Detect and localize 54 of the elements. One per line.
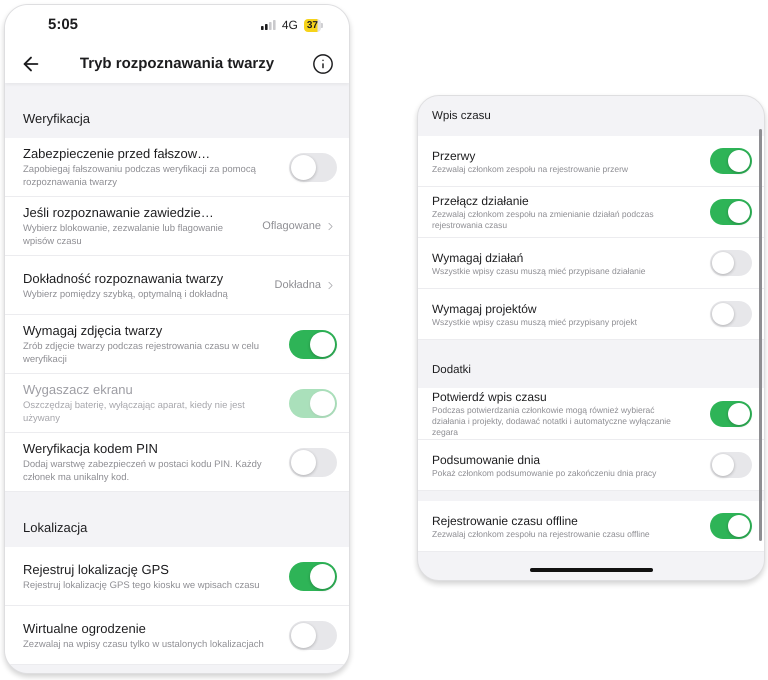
setting-title: Podsumowanie dnia xyxy=(432,452,542,468)
setting-title: Wymagaj działań xyxy=(432,250,524,266)
setting-title: Jeśli rozpoznawanie zawiedzie… xyxy=(23,204,215,222)
setting-description: Zezwalaj członkom zespołu na rejestrowanie czasu offline xyxy=(432,528,651,540)
setting-description: Dodaj warstwę zabezpieczeń w postaci kodu PIN. Każdy członek ma unikalny kod. xyxy=(23,458,263,484)
setting-description: Wybierz pomiędzy szybką, optymalną i dokładną xyxy=(23,288,229,300)
setting-description: Zezwalaj członkom zespołu na rejestrowanie przerw xyxy=(432,164,630,174)
toggle-switch[interactable] xyxy=(710,250,752,276)
toggle-switch[interactable] xyxy=(710,400,752,426)
setting-description: Zrób zdjęcie twarzy podczas rejestrowania czasu w celu weryfikacji xyxy=(23,340,260,366)
setting-title: Dokładność rozpoznawania twarzy xyxy=(23,270,224,288)
section-header: Wpis czasu xyxy=(432,109,491,124)
toggle-switch[interactable] xyxy=(710,199,752,225)
network-label: 4G xyxy=(282,17,298,34)
setting-title: Zabezpieczenie przed fałszow… xyxy=(23,145,212,163)
option-value[interactable]: Oflagowane xyxy=(262,219,337,233)
section-header: Lokalizacja xyxy=(23,519,88,537)
toggle-switch[interactable] xyxy=(710,513,752,539)
setting-description: Zapobiegaj fałszowaniu podczas weryfikacji za pomocą rozpoznawania twarzy xyxy=(23,163,257,189)
setting-title: Rejestruj lokalizację GPS xyxy=(23,560,170,578)
setting-title: Potwierdź wpis czasu xyxy=(432,389,548,405)
setting-description: Rejestruj lokalizację GPS tego kiosku we wpisach czasu xyxy=(23,578,261,592)
setting-title: Wymagaj zdjęcia twarzy xyxy=(23,322,164,340)
option-value[interactable]: Dokładna xyxy=(274,278,337,292)
setting-description: Zezwalaj na wpisy czasu tylko w ustalonych lokalizacjach xyxy=(23,638,265,650)
setting-description: Zezwalaj członkom zespołu na zmienianie działań podczas rejestrowania czasu xyxy=(432,209,655,231)
signal-icon xyxy=(260,20,276,30)
toggle-switch[interactable] xyxy=(289,448,337,476)
section-header: Dodatki xyxy=(432,363,471,378)
screen-title: Tryb rozpoznawania twarzy xyxy=(80,54,274,74)
toggle-switch[interactable] xyxy=(710,452,752,478)
toggle-switch[interactable] xyxy=(289,330,337,358)
setting-description: Podczas potwierdzania członkowie mogą również wybierać działania i projekty, dodawać notatki i automatyczne wyłączanie zegara xyxy=(432,405,672,438)
toggle-switch[interactable] xyxy=(289,152,337,182)
toggle-switch[interactable] xyxy=(710,148,752,174)
section-header: Weryfikacja xyxy=(23,110,90,128)
setting-title: Wymagaj projektów xyxy=(432,300,538,316)
clock-time: 5:05 xyxy=(48,14,78,35)
battery-indicator: 37 xyxy=(304,18,323,32)
setting-description: Wszystkie wpisy czasu muszą mieć przypisane działanie xyxy=(432,266,647,276)
toggle-switch[interactable] xyxy=(289,562,337,590)
toggle-switch[interactable] xyxy=(289,620,337,650)
setting-description: Wszystkie wpisy czasu muszą mieć przypisany projekt xyxy=(432,316,638,328)
setting-title: Wirtualne ogrodzenie xyxy=(23,620,147,638)
toggle-switch[interactable] xyxy=(710,301,752,327)
setting-title: Wygaszacz ekranu xyxy=(23,381,134,399)
info-icon[interactable] xyxy=(312,53,334,75)
setting-title: Przerwy xyxy=(432,148,476,164)
setting-title: Weryfikacja kodem PIN xyxy=(23,440,159,458)
setting-description: Wybierz blokowanie, zezwalanie lub flagowanie wpisów czasu xyxy=(23,222,224,248)
setting-title: Rejestrowanie czasu offline xyxy=(432,512,579,528)
setting-description: Pokaż członkom podsumowanie po zakończeniu dnia pracy xyxy=(432,468,658,478)
setting-description: Oszczędzaj baterię, wyłączając aparat, kiedy nie jest używany xyxy=(23,399,246,425)
setting-title: Przełącz działanie xyxy=(432,193,530,209)
